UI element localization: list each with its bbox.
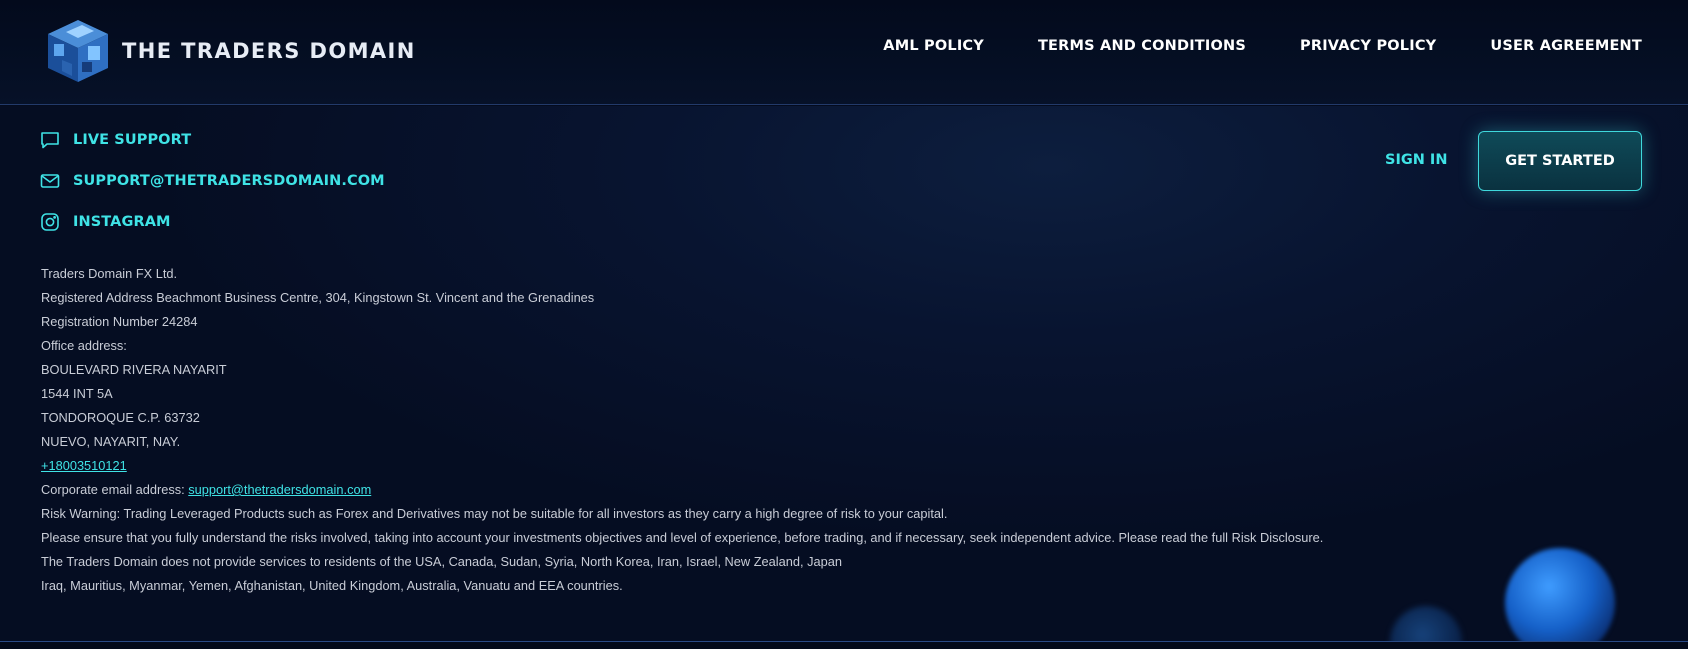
company-name: Traders Domain FX Ltd. <box>41 266 178 281</box>
registered-address: Registered Address Beachmont Business Ce… <box>41 290 595 305</box>
office-address-line: TONDOROQUE C.P. 63732 <box>41 410 200 425</box>
risk-warning: Risk Warning: Trading Leveraged Products… <box>41 506 948 521</box>
get-started-button[interactable]: GET STARTED <box>1478 131 1642 191</box>
restricted-countries: Iraq, Mauritius, Myanmar, Yemen, Afghani… <box>41 578 623 593</box>
office-address-label: Office address: <box>41 338 127 353</box>
office-address-line: BOULEVARD RIVERA NAYARIT <box>41 362 227 377</box>
contact-email: SUPPORT@THETRADERSDOMAIN.COM <box>40 171 385 191</box>
sign-in-link[interactable]: SIGN IN <box>1385 152 1447 168</box>
phone-link[interactable]: +18003510121 <box>41 458 127 473</box>
contact-instagram: INSTAGRAM <box>40 212 385 232</box>
corporate-email-link[interactable]: support@thetradersdomain.com <box>188 482 371 497</box>
office-address-line: NUEVO, NAYARIT, NAY. <box>41 434 181 449</box>
nav-aml-policy[interactable]: AML POLICY <box>883 38 984 54</box>
registration-number: Registration Number 24284 <box>41 314 198 329</box>
logo[interactable]: THE TRADERS DOMAIN <box>42 16 416 86</box>
email-link[interactable]: SUPPORT@THETRADERSDOMAIN.COM <box>73 173 385 189</box>
chat-bubble-icon <box>41 132 59 149</box>
corporate-email-row: Corporate email address: support@thetrad… <box>41 478 1341 502</box>
contact-live-support: LIVE SUPPORT <box>40 130 385 150</box>
risk-disclosure-note: Please ensure that you fully understand … <box>41 530 1324 545</box>
bottom-strip <box>0 642 1688 649</box>
corporate-email-label: Corporate email address: <box>41 482 185 497</box>
contact-links: LIVE SUPPORT SUPPORT@THETRADERSDOMAIN.CO… <box>40 130 385 253</box>
mail-icon <box>40 174 60 188</box>
live-support-link[interactable]: LIVE SUPPORT <box>73 132 191 148</box>
phone-row: +18003510121 <box>41 454 1341 478</box>
instagram-icon <box>41 213 59 231</box>
nav-user-agreement[interactable]: USER AGREEMENT <box>1490 38 1642 54</box>
site-header: THE TRADERS DOMAIN AML POLICY TERMS AND … <box>0 0 1688 105</box>
restricted-countries: The Traders Domain does not provide serv… <box>41 554 842 569</box>
instagram-link[interactable]: INSTAGRAM <box>73 214 171 230</box>
logo-text: THE TRADERS DOMAIN <box>122 39 416 63</box>
top-nav: AML POLICY TERMS AND CONDITIONS PRIVACY … <box>883 38 1642 54</box>
decorative-orb <box>1505 548 1615 649</box>
company-info: Traders Domain FX Ltd. Registered Addres… <box>41 262 1341 598</box>
nav-privacy-policy[interactable]: PRIVACY POLICY <box>1300 38 1436 54</box>
nav-terms-and-conditions[interactable]: TERMS AND CONDITIONS <box>1038 38 1246 54</box>
cube-logo-icon <box>48 20 108 82</box>
office-address-line: 1544 INT 5A <box>41 386 113 401</box>
